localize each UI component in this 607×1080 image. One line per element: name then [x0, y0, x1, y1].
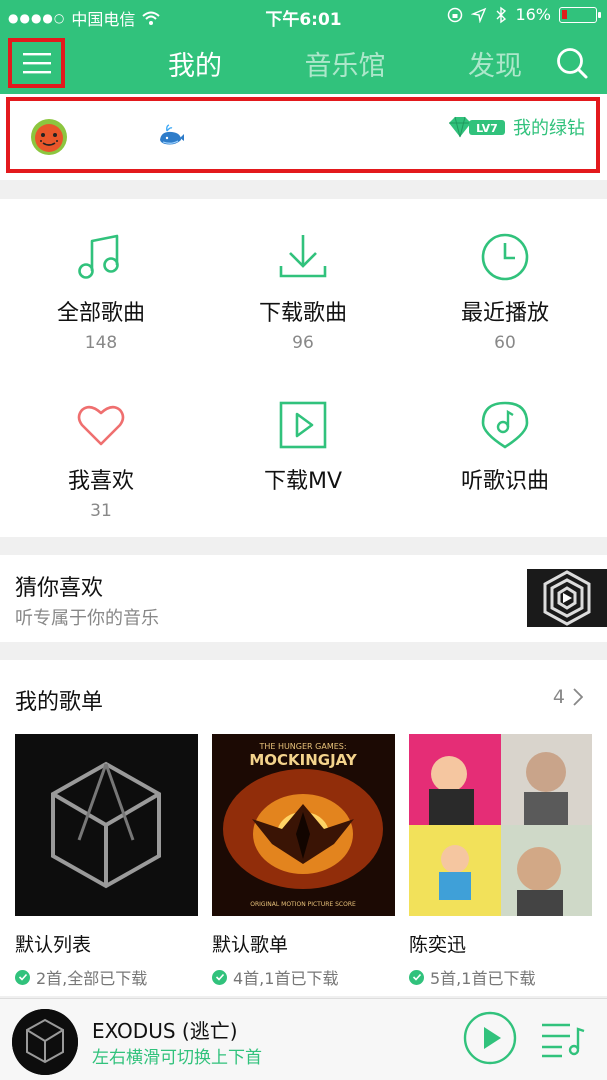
- grid-item-label: 听歌识曲: [460, 469, 549, 494]
- album-art-image: [527, 569, 607, 627]
- now-playing-album-art[interactable]: [12, 1009, 78, 1075]
- grid-item-label: 我喜欢: [67, 469, 134, 494]
- battery-icon: [559, 6, 601, 23]
- grid-item-count: 60: [494, 333, 516, 353]
- quick-access-grid: 全部歌曲 148 下载歌曲 96 最近播放 60 我喜欢 31 下载MV 听歌识…: [0, 199, 607, 537]
- user-info-row[interactable]: LV7 我的绿钻: [0, 94, 607, 180]
- recognize-music-icon: [481, 401, 529, 449]
- collage-cover-image: [409, 734, 592, 916]
- playlist-cover: [15, 734, 198, 916]
- playlist-card-default-list[interactable]: 默认列表 2首,全部已下载: [15, 734, 198, 989]
- downloaded-check-icon: [409, 969, 424, 985]
- status-bar: ●●●●○ 中国电信 下午6:01 16%: [0, 0, 607, 32]
- grid-item-label: 全部歌曲: [56, 301, 145, 326]
- playlists-count: 4: [552, 686, 565, 708]
- guess-you-like[interactable]: 猜你喜欢 听专属于你的音乐: [0, 555, 607, 642]
- play-video-icon: [279, 401, 327, 449]
- music-note-icon: [78, 234, 119, 279]
- guess-subtitle: 听专属于你的音乐: [15, 608, 159, 629]
- grid-item-label: 最近播放: [460, 301, 549, 326]
- grid-item-recognize-song[interactable]: 听歌识曲: [404, 399, 606, 495]
- vip-label: 我的绿钻: [513, 118, 585, 139]
- tab-discover[interactable]: 发现: [420, 44, 570, 83]
- cover-footer-text: ORIGINAL MOTION PICTURE SCORE: [250, 901, 356, 908]
- grid-item-count: 148: [84, 333, 118, 353]
- app-header: ●●●●○ 中国电信 下午6:01 16% 我的 音乐馆 发现: [0, 0, 607, 94]
- playlist-name: 默认列表: [15, 934, 92, 956]
- playlist-cover: [409, 734, 592, 916]
- grid-item-favorites[interactable]: 我喜欢 31: [0, 399, 202, 521]
- downloaded-check-icon: [212, 969, 227, 985]
- chevron-right-icon: [573, 688, 583, 706]
- now-playing-title: EXODUS (逃亡): [92, 1019, 238, 1043]
- mini-player[interactable]: EXODUS (逃亡) 左右横滑可切换上下首: [0, 998, 607, 1080]
- battery-percent: 16%: [515, 5, 551, 24]
- swipe-hint: 左右横滑可切换上下首: [92, 1048, 262, 1068]
- menu-button[interactable]: [8, 38, 65, 88]
- tab-music-hall[interactable]: 音乐馆: [270, 44, 420, 83]
- playlist-card-default-songlist[interactable]: THE HUNGER GAMES: MOCKINGJAY ORIGINAL MO…: [212, 734, 395, 989]
- clock-icon: [481, 233, 529, 281]
- grid-item-downloaded-songs[interactable]: 下载歌曲 96: [202, 231, 404, 353]
- now-playing-cover-image: [12, 1009, 78, 1075]
- top-tabs: 我的 音乐馆 发现: [120, 44, 570, 83]
- grid-item-downloaded-mv[interactable]: 下载MV: [202, 399, 404, 495]
- my-playlists: 我的歌单 4 默认列表 2首,全部已下载 THE HUNGER GAMES: M…: [0, 660, 607, 996]
- bluetooth-icon: [496, 6, 507, 23]
- hamburger-icon: [22, 53, 51, 74]
- grid-item-count: 96: [292, 333, 314, 353]
- playlist-status-text: 5首,1首已下载: [430, 969, 536, 988]
- guess-title: 猜你喜欢: [15, 576, 104, 601]
- cover-subtitle-text: MOCKINGJAY: [249, 751, 358, 769]
- level-badge: LV7: [447, 116, 507, 138]
- playlist-status: 4首,1首已下载: [212, 965, 395, 989]
- mockingjay-cover-image: THE HUNGER GAMES: MOCKINGJAY ORIGINAL MO…: [212, 734, 395, 916]
- playlist-card-eason-chan[interactable]: 陈奕迅 5首,1首已下载: [409, 734, 592, 989]
- rotation-lock-icon: [448, 7, 463, 22]
- search-icon[interactable]: [555, 46, 589, 80]
- grid-item-all-songs[interactable]: 全部歌曲 148: [0, 231, 202, 353]
- playlist-queue-icon[interactable]: [540, 1019, 586, 1059]
- grid-item-count: 31: [90, 501, 112, 521]
- exo-cover-image: [15, 734, 198, 916]
- diamond-icon: LV7: [449, 116, 505, 138]
- downloaded-check-icon: [15, 969, 30, 985]
- playlist-name: 陈奕迅: [409, 934, 467, 956]
- playlist-status: 5首,1首已下载: [409, 965, 592, 989]
- playlists-count-link[interactable]: 4: [553, 686, 583, 708]
- avatar[interactable]: [30, 118, 68, 156]
- playlist-status-text: 4首,1首已下载: [233, 969, 339, 988]
- playlist-name: 默认歌单: [212, 934, 289, 956]
- grid-item-label: 下载歌曲: [258, 301, 347, 326]
- location-icon: [471, 7, 487, 23]
- whale-icon[interactable]: [157, 124, 185, 148]
- grid-item-recent-play[interactable]: 最近播放 60: [404, 231, 606, 353]
- cover-title-text: THE HUNGER GAMES:: [258, 742, 346, 751]
- battery-fill: [562, 9, 567, 19]
- playlist-status-text: 2首,全部已下载: [36, 969, 148, 988]
- playlist-cover: THE HUNGER GAMES: MOCKINGJAY ORIGINAL MO…: [212, 734, 395, 916]
- guess-album-art: [527, 569, 607, 627]
- tab-mine[interactable]: 我的: [120, 44, 270, 83]
- playlist-status: 2首,全部已下载: [15, 965, 198, 989]
- grid-item-label: 下载MV: [263, 469, 343, 494]
- level-badge-text: LV7: [476, 122, 498, 135]
- vip-badge[interactable]: LV7 我的绿钻: [447, 114, 585, 140]
- play-button[interactable]: [463, 1011, 517, 1065]
- download-icon: [279, 235, 327, 278]
- playlists-title: 我的歌单: [15, 690, 104, 715]
- heart-icon: [77, 405, 125, 446]
